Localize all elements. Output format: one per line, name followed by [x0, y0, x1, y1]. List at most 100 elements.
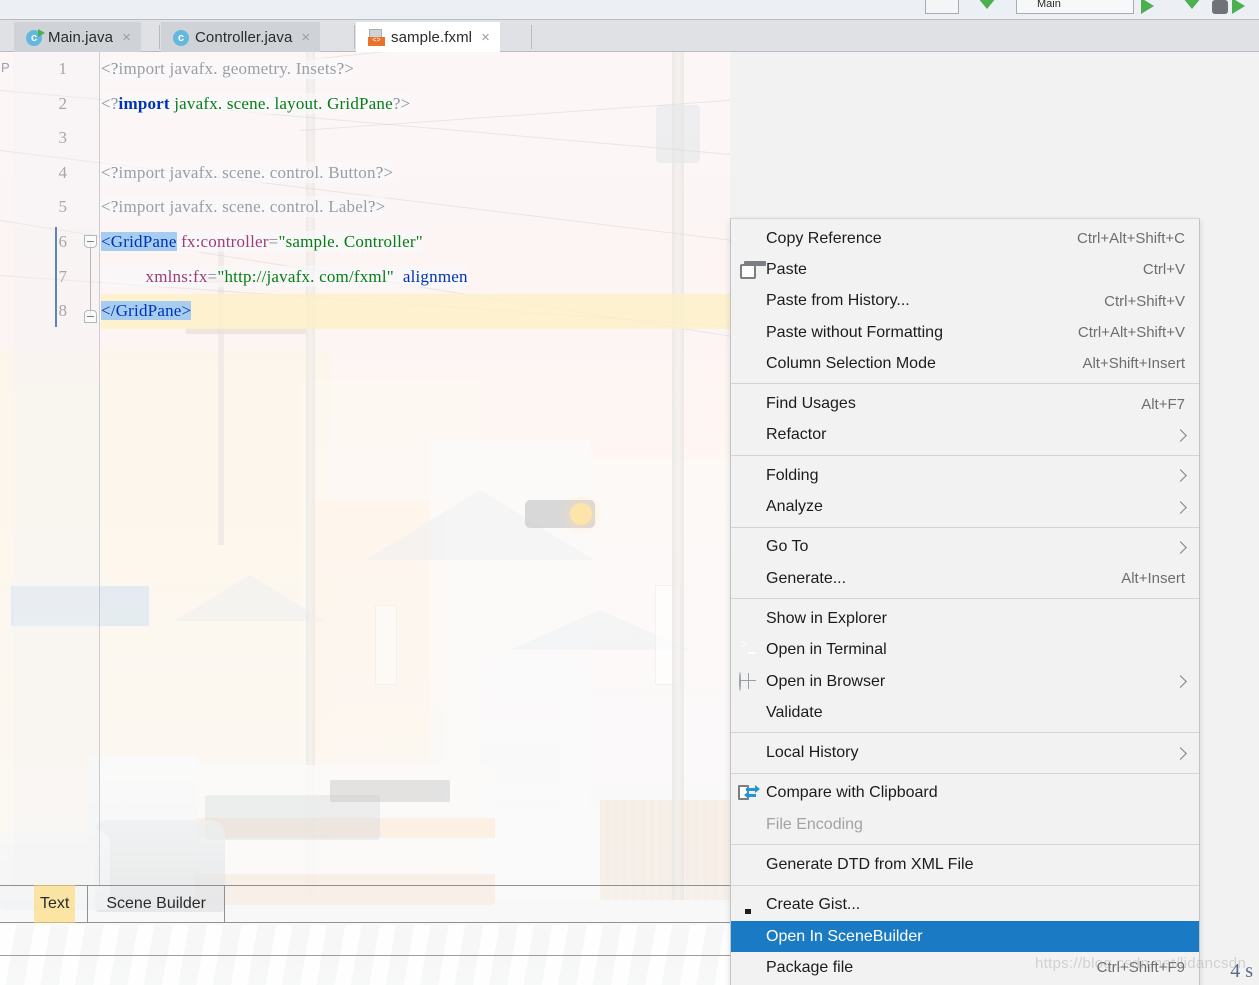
menu-item-validate[interactable]: Validate	[731, 697, 1199, 728]
menu-item-label: Create Gist...	[766, 896, 861, 914]
fold-marker-end[interactable]	[84, 310, 97, 323]
tab-label: sample.fxml	[391, 29, 473, 46]
menu-item-copy-reference[interactable]: Copy Reference Ctrl+Alt+Shift+C	[731, 223, 1199, 254]
line-number: 5	[58, 197, 68, 217]
menu-item-open-in-browser[interactable]: Open in Browser	[731, 666, 1199, 697]
code-token-attribute: xmlns:fx	[145, 266, 208, 286]
coverage-button[interactable]	[1212, 0, 1228, 14]
menu-item-label: Paste	[766, 260, 807, 278]
menu-separator	[731, 732, 1199, 734]
menu-item-label: Local History	[766, 744, 859, 762]
menu-item-open-in-scenebuilder[interactable]: Open In SceneBuilder	[731, 920, 1199, 953]
code-token: <?	[101, 59, 119, 78]
profile-button[interactable]	[1232, 0, 1245, 14]
fold-region-line	[90, 241, 91, 316]
menu-item-package-file[interactable]: Package file Ctrl+Shift+F9	[731, 952, 1199, 983]
menu-item-shortcut: Alt+Insert	[1121, 570, 1185, 588]
menu-item-label: Show in Explorer	[766, 609, 887, 627]
menu-item-generate-dtd-from-xml-file[interactable]: Generate DTD from XML File	[731, 849, 1199, 880]
close-icon[interactable]: ×	[298, 30, 310, 45]
menu-separator	[731, 772, 1199, 774]
menu-separator	[731, 526, 1199, 528]
close-icon[interactable]: ×	[478, 30, 490, 45]
code-token: import	[118, 162, 166, 182]
chevron-right-icon	[1174, 675, 1187, 688]
menu-item-paste-from-history[interactable]: Paste from History... Ctrl+Shift+V	[731, 286, 1199, 317]
view-tab-scene-builder[interactable]: Scene Builder	[88, 885, 224, 923]
menu-item-shortcut: Alt+Shift+Insert	[1082, 355, 1185, 373]
tab-sample-fxml[interactable]: <> sample.fxml ×	[356, 22, 500, 52]
java-class-runnable-icon: c	[26, 28, 45, 46]
menu-item-shortcut: Ctrl+Alt+Shift+C	[1077, 230, 1185, 248]
run-button[interactable]	[1141, 0, 1154, 14]
menu-item-local-history[interactable]: Local History	[731, 737, 1199, 768]
tab-controller-java[interactable]: c Controller.java ×	[161, 22, 321, 52]
status-bar-divider	[0, 955, 730, 956]
menu-item-label: Open in Terminal	[766, 641, 887, 659]
menu-item-shortcut: Ctrl+Alt+Shift+V	[1077, 324, 1185, 342]
menu-item-show-in-explorer[interactable]: Show in Explorer	[731, 603, 1199, 634]
tab-label: Controller.java	[195, 29, 293, 46]
menu-item-label: Generate...	[766, 569, 847, 587]
tab-divider	[159, 25, 160, 49]
menu-item-create-gist[interactable]: Create Gist...	[731, 890, 1199, 921]
code-line[interactable]	[101, 121, 730, 156]
code-token: =	[207, 266, 218, 286]
menu-item-column-selection-mode[interactable]: Column Selection Mode Alt+Shift+Insert	[731, 348, 1199, 379]
debug-button[interactable]	[1183, 0, 1201, 9]
tab-main-java[interactable]: c Main.java ×	[14, 22, 141, 52]
code-block-indicator	[55, 227, 57, 327]
line-number: 1	[58, 59, 68, 78]
code-line[interactable]: xmlns:fx="http://javafx. com/fxml" align…	[101, 260, 730, 295]
code-line[interactable]: <?import javafx. scene. layout. GridPane…	[101, 87, 730, 122]
code-token-tag: </GridPane>	[101, 301, 192, 321]
menu-item-generate[interactable]: Generate... Alt+Insert	[731, 563, 1199, 594]
menu-item-folding[interactable]: Folding	[731, 460, 1199, 491]
code-line[interactable]: <?import javafx. scene. control. Label?>	[101, 190, 730, 225]
menu-item-label: Go To	[766, 538, 809, 556]
menu-item-find-usages[interactable]: Find Usages Alt+F7	[731, 388, 1199, 419]
menu-item-analyze[interactable]: Analyze	[731, 491, 1199, 522]
menu-item-shortcut: Alt+F7	[1141, 395, 1185, 413]
menu-item-label: File Encoding	[766, 815, 863, 833]
menu-item-compare-with-clipboard[interactable]: Compare with Clipboard	[731, 778, 1199, 809]
menu-item-label: Generate DTD from XML File	[766, 855, 974, 873]
code-line[interactable]: <?import javafx. scene. control. Button?…	[101, 156, 730, 191]
stop-button[interactable]	[925, 0, 959, 14]
view-tab-text[interactable]: Text	[34, 885, 76, 923]
line-number: 8	[58, 301, 68, 321]
code-text-area[interactable]: <?import javafx. geometry. Insets?> <?im…	[101, 52, 730, 885]
code-editor[interactable]: P 1 2 3 4 5 6 7 8 <?import javafx. geome…	[0, 52, 730, 885]
menu-item-label: Find Usages	[766, 395, 856, 413]
github-icon	[737, 896, 759, 914]
chevron-right-icon	[1174, 469, 1187, 483]
view-tab-label: Scene Builder	[106, 895, 206, 912]
line-number: 6	[58, 231, 68, 251]
menu-item-refactor[interactable]: Refactor	[731, 420, 1199, 451]
editor-tab-strip: c Main.java × c Controller.java × <> sam…	[0, 20, 1259, 52]
menu-item-label: Copy Reference	[766, 229, 882, 247]
view-tab-label: Text	[40, 895, 70, 912]
project-tool-window-label[interactable]: P	[1, 60, 13, 82]
code-line[interactable]: <?import javafx. geometry. Insets?>	[101, 52, 730, 87]
view-tab-divider	[223, 885, 225, 923]
close-icon[interactable]: ×	[119, 30, 131, 45]
code-token: ?>	[336, 59, 355, 78]
menu-item-paste-without-formatting[interactable]: Paste without Formatting Ctrl+Alt+Shift+…	[731, 317, 1199, 348]
run-dropdown-icon[interactable]	[978, 0, 996, 9]
code-line-current[interactable]: </GridPane>	[101, 294, 730, 329]
code-token-tag: <GridPane	[101, 231, 177, 251]
menu-item-open-in-terminal[interactable]: Open in Terminal	[731, 635, 1199, 666]
code-line[interactable]: <GridPane fx:controller="sample. Control…	[101, 225, 730, 260]
tab-label: Main.java	[48, 29, 114, 46]
editor-context-menu[interactable]: Copy Reference Ctrl+Alt+Shift+C Paste Ct…	[730, 218, 1200, 985]
fold-marker-expanded[interactable]	[84, 235, 97, 248]
menu-item-paste[interactable]: Paste Ctrl+V	[731, 254, 1199, 285]
menu-item-go-to[interactable]: Go To	[731, 532, 1199, 563]
menu-separator	[731, 455, 1199, 457]
run-configuration-combo[interactable]: Main	[1016, 0, 1134, 14]
tab-divider	[531, 25, 532, 49]
menu-item-file-encoding: File Encoding	[731, 809, 1199, 840]
